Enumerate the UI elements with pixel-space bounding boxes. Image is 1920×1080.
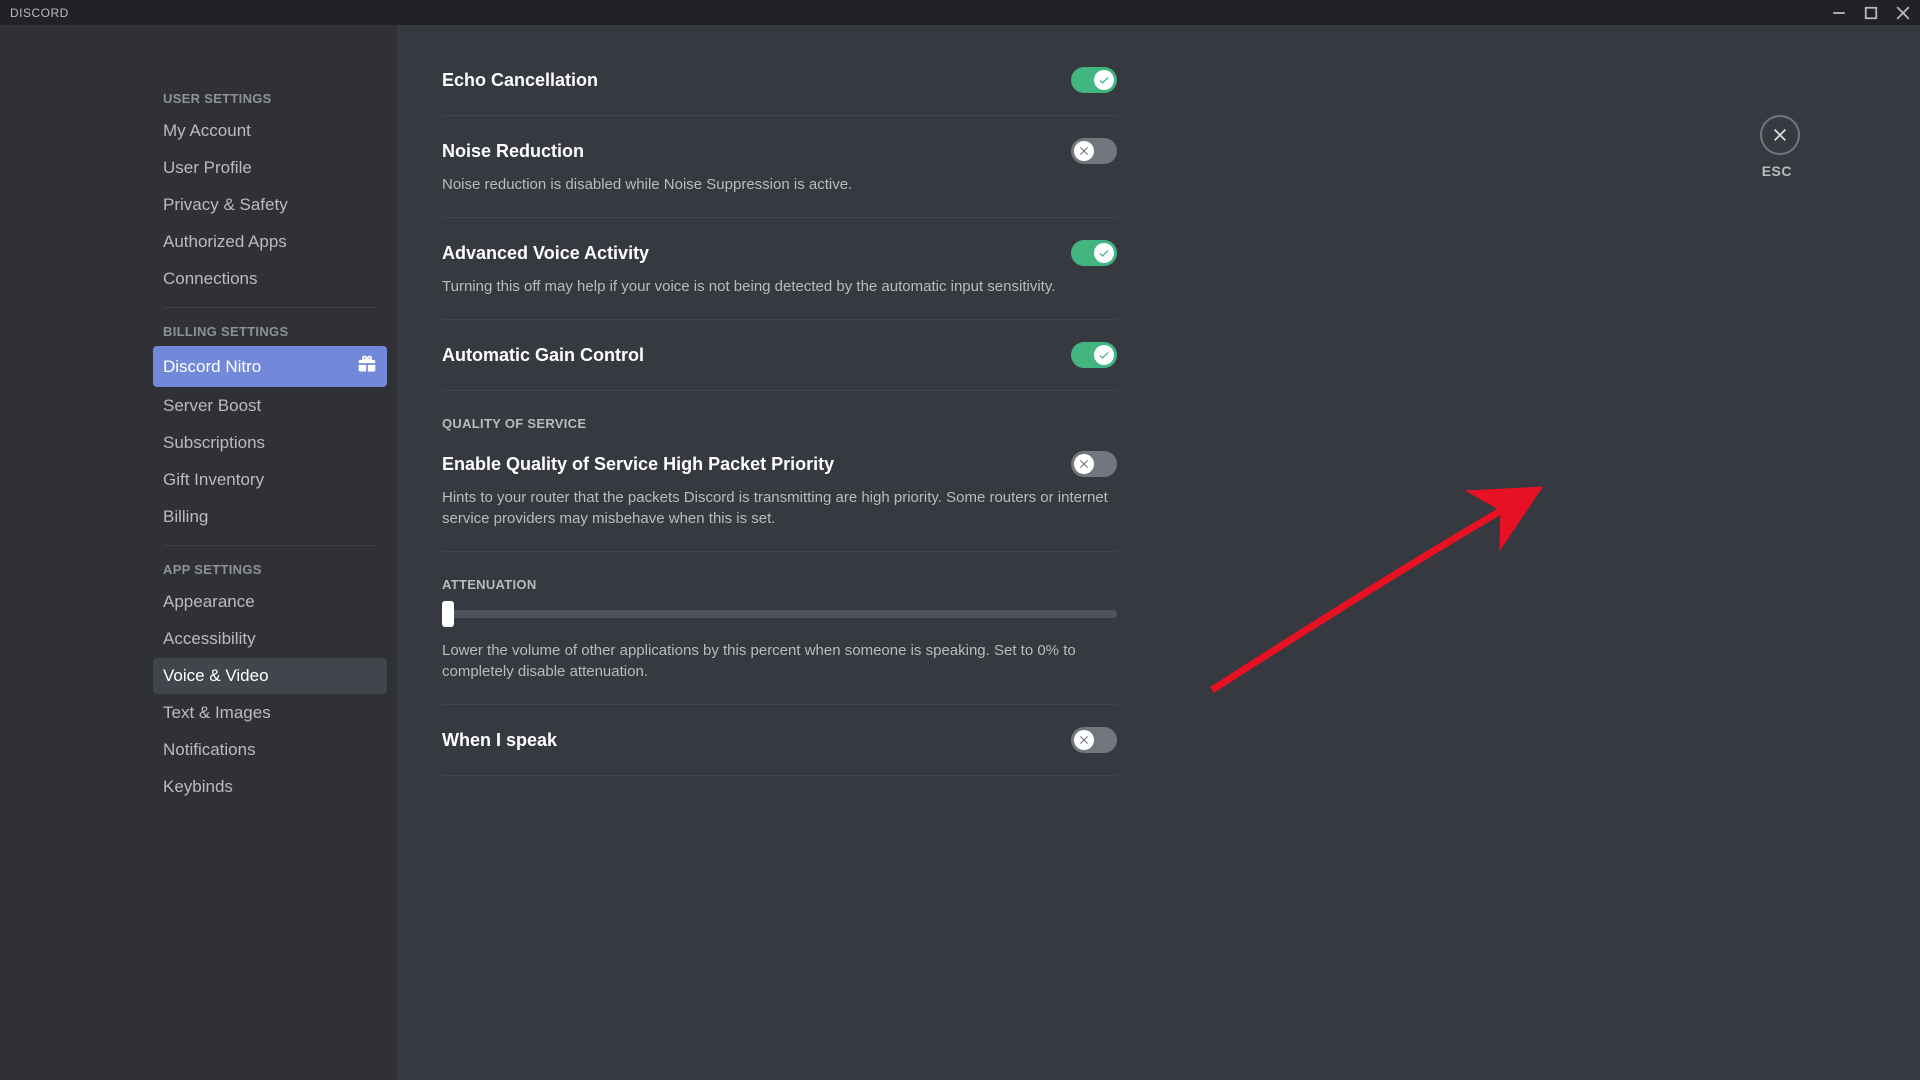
advanced-voice-toggle[interactable] bbox=[1071, 240, 1117, 266]
sidebar-item-my-account[interactable]: My Account bbox=[153, 113, 387, 149]
sidebar-item-authorized-apps[interactable]: Authorized Apps bbox=[153, 224, 387, 260]
gift-icon bbox=[357, 354, 377, 379]
check-icon bbox=[1094, 70, 1114, 90]
sidebar-item-label: Subscriptions bbox=[163, 433, 265, 453]
sidebar-item-label: Privacy & Safety bbox=[163, 195, 288, 215]
noise-reduction-toggle[interactable] bbox=[1071, 138, 1117, 164]
sidebar-item-text-images[interactable]: Text & Images bbox=[153, 695, 387, 731]
x-icon bbox=[1074, 141, 1094, 161]
auto-gain-toggle[interactable] bbox=[1071, 342, 1117, 368]
titlebar: Discord bbox=[0, 0, 1920, 25]
qos-toggle[interactable] bbox=[1071, 451, 1117, 477]
sidebar-item-privacy-safety[interactable]: Privacy & Safety bbox=[153, 187, 387, 223]
check-icon bbox=[1094, 345, 1114, 365]
sidebar-item-label: User Profile bbox=[163, 158, 252, 178]
sidebar-item-label: Voice & Video bbox=[163, 666, 269, 686]
divider bbox=[442, 551, 1117, 552]
sidebar-divider bbox=[163, 545, 377, 546]
qos-title: Enable Quality of Service High Packet Pr… bbox=[442, 454, 834, 475]
slider-thumb[interactable] bbox=[442, 601, 454, 627]
echo-cancellation-toggle[interactable] bbox=[1071, 67, 1117, 93]
sidebar-item-gift-inventory[interactable]: Gift Inventory bbox=[153, 462, 387, 498]
advanced-voice-title: Advanced Voice Activity bbox=[442, 243, 649, 264]
sidebar-item-notifications[interactable]: Notifications bbox=[153, 732, 387, 768]
advanced-voice-desc: Turning this off may help if your voice … bbox=[442, 276, 1117, 297]
sidebar-item-user-profile[interactable]: User Profile bbox=[153, 150, 387, 186]
sidebar-item-label: Keybinds bbox=[163, 777, 233, 797]
attenuation-desc: Lower the volume of other applications b… bbox=[442, 640, 1117, 682]
minimize-button[interactable] bbox=[1832, 6, 1846, 20]
sidebar-item-label: Text & Images bbox=[163, 703, 271, 723]
sidebar-item-keybinds[interactable]: Keybinds bbox=[153, 769, 387, 805]
auto-gain-title: Automatic Gain Control bbox=[442, 345, 644, 366]
sidebar-item-connections[interactable]: Connections bbox=[153, 261, 387, 297]
sidebar-item-server-boost[interactable]: Server Boost bbox=[153, 388, 387, 424]
app-name: Discord bbox=[10, 6, 1832, 20]
window-controls bbox=[1832, 6, 1910, 20]
settings-content: ESC Echo Cancellation Noise Reduction bbox=[397, 25, 1920, 1080]
sidebar-item-discord-nitro[interactable]: Discord Nitro bbox=[153, 346, 387, 387]
sidebar-item-label: Notifications bbox=[163, 740, 256, 760]
sidebar-item-voice-video[interactable]: Voice & Video bbox=[153, 658, 387, 694]
sidebar-item-label: My Account bbox=[163, 121, 251, 141]
sidebar-item-label: Accessibility bbox=[163, 629, 256, 649]
sidebar-item-label: Gift Inventory bbox=[163, 470, 264, 490]
x-icon bbox=[1074, 454, 1094, 474]
x-icon bbox=[1074, 730, 1094, 750]
divider bbox=[442, 775, 1117, 776]
maximize-button[interactable] bbox=[1864, 6, 1878, 20]
close-window-button[interactable] bbox=[1896, 6, 1910, 20]
check-icon bbox=[1094, 243, 1114, 263]
attenuation-header: Attenuation bbox=[442, 577, 1117, 592]
when-i-speak-title: When I speak bbox=[442, 730, 557, 751]
sidebar-item-label: Connections bbox=[163, 269, 258, 289]
sidebar-item-label: Discord Nitro bbox=[163, 357, 261, 377]
close-label: ESC bbox=[1762, 163, 1792, 179]
sidebar-item-label: Server Boost bbox=[163, 396, 261, 416]
noise-reduction-desc: Noise reduction is disabled while Noise … bbox=[442, 174, 1117, 195]
sidebar-item-subscriptions[interactable]: Subscriptions bbox=[153, 425, 387, 461]
noise-reduction-title: Noise Reduction bbox=[442, 141, 584, 162]
sidebar-item-label: Appearance bbox=[163, 592, 255, 612]
sidebar-header-user: User Settings bbox=[153, 85, 387, 112]
sidebar-header-billing: Billing Settings bbox=[153, 318, 387, 345]
settings-sidebar: User Settings My Account User Profile Pr… bbox=[0, 25, 397, 1080]
close-settings-button[interactable] bbox=[1760, 115, 1800, 155]
qos-header: Quality of Service bbox=[442, 416, 1117, 431]
echo-cancellation-title: Echo Cancellation bbox=[442, 70, 598, 91]
attenuation-slider[interactable] bbox=[442, 610, 1117, 618]
sidebar-item-accessibility[interactable]: Accessibility bbox=[153, 621, 387, 657]
sidebar-item-billing[interactable]: Billing bbox=[153, 499, 387, 535]
sidebar-item-label: Billing bbox=[163, 507, 208, 527]
sidebar-header-app: App Settings bbox=[153, 556, 387, 583]
sidebar-divider bbox=[163, 307, 377, 308]
qos-desc: Hints to your router that the packets Di… bbox=[442, 487, 1117, 529]
sidebar-item-appearance[interactable]: Appearance bbox=[153, 584, 387, 620]
when-i-speak-toggle[interactable] bbox=[1071, 727, 1117, 753]
divider bbox=[442, 390, 1117, 391]
sidebar-item-label: Authorized Apps bbox=[163, 232, 287, 252]
